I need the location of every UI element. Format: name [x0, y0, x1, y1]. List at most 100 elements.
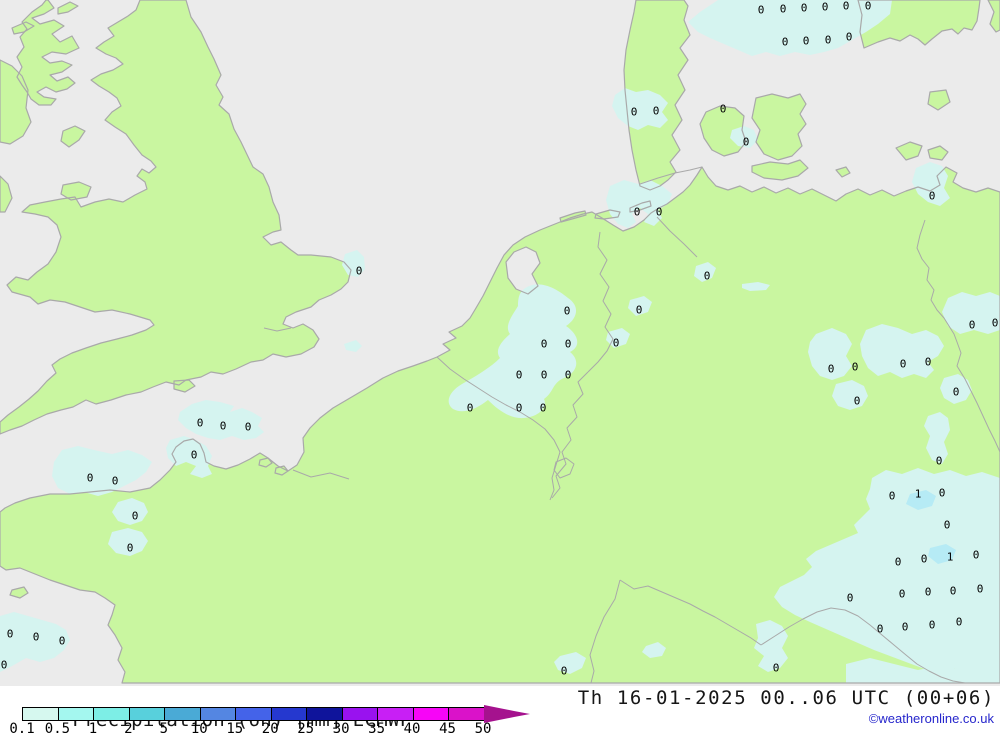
precip-value-label: 0	[87, 472, 94, 485]
precip-value-label: 0	[929, 619, 936, 632]
legend-color-cell	[129, 708, 165, 720]
legend-color-cell	[200, 708, 236, 720]
precip-value-label: 0	[825, 34, 832, 47]
precip-value-label: 0	[516, 369, 523, 382]
legend-tick-label: 50	[475, 721, 492, 733]
legend-tick-label: 15	[226, 721, 243, 733]
legend-tick-label: 30	[333, 721, 350, 733]
precip-value-label: 0	[220, 420, 227, 433]
precip-value-label: 0	[112, 475, 119, 488]
legend-tick-labels: 0.10.5125101520253035404550	[22, 721, 542, 733]
precip-value-label: 0	[843, 0, 850, 13]
precip-value-label: 0	[245, 421, 252, 434]
legend-color-cell	[271, 708, 307, 720]
legend-tick-label: 1	[89, 721, 97, 733]
precip-value-label: 0	[895, 556, 902, 569]
precip-value-label: 0	[773, 662, 780, 675]
precip-value-label: 0	[634, 206, 641, 219]
precip-bohemia-west	[754, 620, 788, 672]
precip-value-label: 0	[944, 519, 951, 532]
precip-value-label: 0	[720, 103, 727, 116]
precip-value-label: 0	[541, 369, 548, 382]
precip-value-label: 0	[854, 395, 861, 408]
valid-time-label: Th 16-01-2025 00..06 UTC (00+06)	[578, 687, 995, 709]
status-bar: Precipitation (6h)[mm]ECMWF Th 16-01-202…	[0, 686, 1000, 733]
precip-value-label: 0	[191, 449, 198, 462]
precip-value-label: 0	[7, 628, 14, 641]
precip-value-label: 0	[541, 338, 548, 351]
precip-value-label: 0	[782, 36, 789, 49]
legend-tick-label: 40	[404, 721, 421, 733]
precip-value-label: 0	[653, 105, 660, 118]
legend-tick-label: 45	[439, 721, 456, 733]
precip-value-label: 0	[564, 305, 571, 318]
precip-value-label: 0	[132, 510, 139, 523]
legend-tick-label: 20	[262, 721, 279, 733]
precip-value-label: 0	[969, 319, 976, 332]
precip-value-label: 0	[516, 402, 523, 415]
legend-tick-label: 2	[124, 721, 132, 733]
legend-tick-label: 25	[297, 721, 314, 733]
legend-color-cell	[23, 708, 58, 720]
weather-map-page: 0 0 0 0 0 0 0 0 0 0 0 0 0 0 0 0 0 0 0 0 0 0 0 0 0 0 0 0 0 0 0 0 0 0 0 0 0 0 0 0…	[0, 0, 1000, 733]
legend-color-cell	[448, 708, 484, 720]
legend-tick-label: 10	[191, 721, 208, 733]
precip-value-label: 0	[992, 317, 999, 330]
legend-color-cell	[413, 708, 449, 720]
precip-value-label: 0	[900, 358, 907, 371]
precip-value-label: 0	[704, 270, 711, 283]
legend-color-cell	[306, 708, 342, 720]
precip-value-label: 0	[822, 1, 829, 14]
precip-value-label: 1	[947, 551, 954, 564]
precip-value-label: 0	[59, 635, 66, 648]
precipitation-map: 0 0 0 0 0 0 0 0 0 0 0 0 0 0 0 0 0 0 0 0 0 0 0 0 0 0 0 0 0 0 0 0 0 0 0 0 0 0 0 0…	[0, 0, 1000, 686]
precip-value-label: 0	[631, 106, 638, 119]
precip-value-label: 0	[939, 487, 946, 500]
precip-value-label: 0	[613, 337, 620, 350]
precip-value-label: 0	[565, 369, 572, 382]
precip-value-label: 1	[915, 488, 922, 501]
precip-value-label: 0	[565, 338, 572, 351]
precip-value-label: 0	[929, 190, 936, 203]
precip-value-label: 0	[889, 490, 896, 503]
precip-value-label: 0	[636, 304, 643, 317]
precip-value-label: 0	[847, 592, 854, 605]
legend-color-cell	[93, 708, 129, 720]
precip-value-label: 0	[852, 361, 859, 374]
precip-value-label: 0	[803, 35, 810, 48]
precip-value-label: 0	[950, 585, 957, 598]
legend-color-bar	[22, 707, 485, 721]
legend-tick-label: 35	[368, 721, 385, 733]
precip-value-label: 0	[540, 402, 547, 415]
legend-color-cell	[377, 708, 413, 720]
precip-value-label: 0	[197, 417, 204, 430]
precip-value-label: 0	[956, 616, 963, 629]
copyright-link[interactable]: ©weatheronline.co.uk	[869, 711, 994, 726]
precip-value-label: 0	[743, 136, 750, 149]
legend	[22, 707, 483, 719]
precip-value-label: 0	[656, 206, 663, 219]
precip-value-label: 0	[902, 621, 909, 634]
precip-value-label: 0	[925, 586, 932, 599]
precip-value-label: 0	[865, 0, 872, 13]
precip-value-label: 0	[953, 386, 960, 399]
legend-tick-label: 5	[160, 721, 168, 733]
precip-value-label: 0	[33, 631, 40, 644]
legend-color-cell	[164, 708, 200, 720]
precip-value-label: 0	[758, 4, 765, 17]
precip-value-label: 0	[356, 265, 363, 278]
precip-value-label: 0	[899, 588, 906, 601]
precip-value-label: 0	[1, 659, 8, 672]
precip-value-label: 0	[921, 553, 928, 566]
legend-color-cell	[342, 708, 378, 720]
legend-tick-label: 0.5	[45, 721, 70, 733]
precip-value-label: 0	[561, 665, 568, 678]
precip-value-label: 0	[127, 542, 134, 555]
precip-value-label: 0	[977, 583, 984, 596]
precip-value-label: 0	[877, 623, 884, 636]
legend-tick-label: 0.1	[9, 721, 34, 733]
precip-value-label: 0	[925, 356, 932, 369]
precip-value-label: 0	[828, 363, 835, 376]
legend-color-cell	[235, 708, 271, 720]
precip-value-label: 0	[801, 2, 808, 15]
